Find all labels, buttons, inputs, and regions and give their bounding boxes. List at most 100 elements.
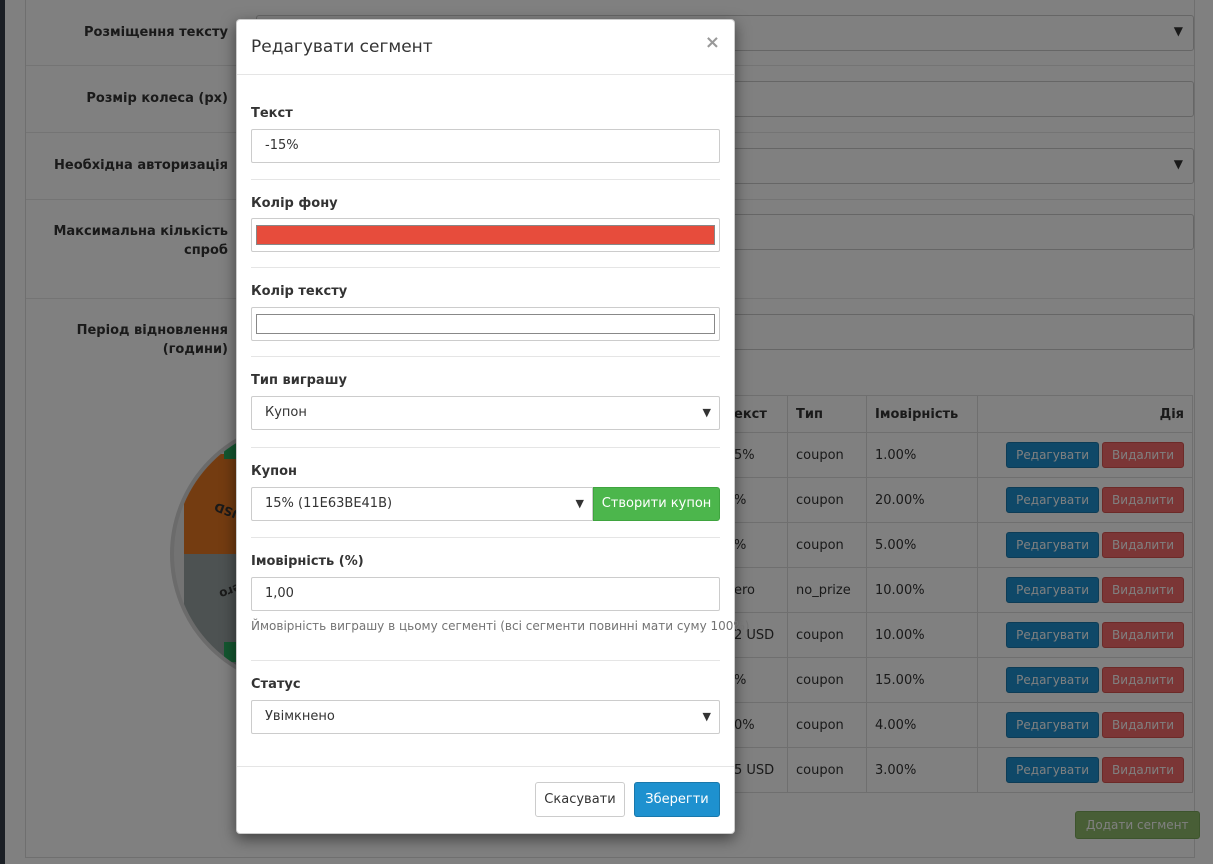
close-icon[interactable]: ×	[705, 32, 720, 53]
coupon-selected: 15% (11E63BE41B)	[265, 496, 393, 511]
text-label: Текст	[251, 106, 293, 121]
table-row: % coupon 15.00% Редагувати Видалити	[725, 657, 1193, 703]
win-type-group: Тип виграшу Купон ▼	[251, 373, 720, 433]
row-type: coupon	[787, 477, 867, 523]
probability-label: Імовірність (%)	[251, 554, 364, 569]
save-button[interactable]: Зберегти	[634, 782, 720, 817]
divider	[251, 447, 720, 448]
add-segment-button[interactable]: Додати сегмент	[1075, 811, 1200, 839]
edit-segment-button[interactable]: Редагувати	[1006, 577, 1100, 603]
coupon-label: Купон	[251, 464, 297, 479]
row-actions: Редагувати Видалити	[977, 477, 1193, 523]
delete-segment-button[interactable]: Видалити	[1102, 667, 1184, 693]
table-header-row: екст Тип Імовірність Дія	[725, 395, 1193, 433]
cancel-button[interactable]: Скасувати	[535, 782, 625, 817]
column-header-action: Дія	[977, 395, 1193, 433]
text-input[interactable]: -15%	[251, 129, 720, 163]
delete-segment-button[interactable]: Видалити	[1102, 577, 1184, 603]
delete-segment-button[interactable]: Видалити	[1102, 442, 1184, 468]
delete-segment-button[interactable]: Видалити	[1102, 757, 1184, 783]
edit-segment-button[interactable]: Редагувати	[1006, 442, 1100, 468]
column-header-probability: Імовірність	[866, 395, 978, 433]
row-probability: 10.00%	[866, 567, 978, 613]
divider	[251, 537, 720, 538]
table-row: % coupon 5.00% Редагувати Видалити	[725, 522, 1193, 568]
chevron-down-icon: ▼	[1173, 157, 1183, 171]
modal-header: Редагувати сегмент ×	[237, 20, 734, 75]
divider	[251, 179, 720, 180]
form-label: Максимальна кількість спроб	[53, 224, 228, 258]
text-color-picker[interactable]	[251, 307, 720, 341]
text-color-label: Колір тексту	[251, 284, 348, 299]
bg-color-group: Колір фону	[251, 196, 720, 256]
status-selected: Увімкнено	[265, 709, 335, 724]
row-type: coupon	[787, 612, 867, 658]
chevron-down-icon: ▼	[702, 406, 711, 419]
delete-segment-button[interactable]: Видалити	[1102, 487, 1184, 513]
modal-footer: Скасувати Зберегти	[237, 766, 734, 833]
row-actions: Редагувати Видалити	[977, 432, 1193, 478]
form-label: Період відновлення (години)	[76, 323, 228, 357]
table-row: 0% coupon 4.00% Редагувати Видалити	[725, 702, 1193, 748]
column-header-type: Тип	[787, 395, 867, 433]
row-type: coupon	[787, 432, 867, 478]
bg-color-picker[interactable]	[251, 218, 720, 252]
win-type-select[interactable]: Купон ▼	[251, 396, 720, 430]
win-type-label: Тип виграшу	[251, 373, 347, 388]
edit-segment-modal: Редагувати сегмент × Текст -15% Колір фо…	[236, 19, 749, 834]
row-actions: Редагувати Видалити	[977, 567, 1193, 613]
row-actions: Редагувати Видалити	[977, 657, 1193, 703]
delete-segment-button[interactable]: Видалити	[1102, 532, 1184, 558]
segments-table: екст Тип Імовірність Дія 5% coupon 1.00% Ре…	[725, 395, 1193, 793]
modal-body: Текст -15% Колір фону Колір тексту Тип в…	[237, 75, 749, 765]
probability-group: Імовірність (%) 1,00 Ймовірність виграшу…	[251, 554, 749, 654]
form-label: Необхідна авторизація	[54, 158, 228, 173]
row-probability: 3.00%	[866, 747, 978, 793]
delete-segment-button[interactable]: Видалити	[1102, 622, 1184, 648]
row-probability: 5.00%	[866, 522, 978, 568]
edit-segment-button[interactable]: Редагувати	[1006, 622, 1100, 648]
text-color-swatch	[256, 314, 715, 334]
create-coupon-button[interactable]: Створити купон	[593, 487, 720, 521]
bg-color-swatch	[256, 225, 715, 245]
chevron-down-icon: ▼	[575, 497, 584, 510]
table-row: 5% coupon 1.00% Редагувати Видалити	[725, 432, 1193, 478]
row-probability: 4.00%	[866, 702, 978, 748]
edit-segment-button[interactable]: Редагувати	[1006, 712, 1100, 738]
status-select[interactable]: Увімкнено ▼	[251, 700, 720, 734]
probability-help-text: Ймовірність виграшу в цьому сегменті (вс…	[251, 619, 750, 633]
row-probability: 10.00%	[866, 612, 978, 658]
divider	[251, 660, 720, 661]
row-type: coupon	[787, 522, 867, 568]
row-type: no_prize	[787, 567, 867, 613]
table-row: % coupon 20.00% Редагувати Видалити	[725, 477, 1193, 523]
row-type: coupon	[787, 747, 867, 793]
probability-input[interactable]: 1,00	[251, 577, 720, 611]
row-type: coupon	[787, 702, 867, 748]
chevron-down-icon: ▼	[702, 710, 711, 723]
status-label: Статус	[251, 677, 301, 692]
row-actions: Редагувати Видалити	[977, 702, 1193, 748]
edit-segment-button[interactable]: Редагувати	[1006, 757, 1100, 783]
coupon-select[interactable]: 15% (11E63BE41B) ▼	[251, 487, 593, 521]
divider	[251, 356, 720, 357]
form-label: Розміщення тексту	[83, 25, 228, 40]
edit-segment-button[interactable]: Редагувати	[1006, 667, 1100, 693]
table-row: ero no_prize 10.00% Редагувати Видалити	[725, 567, 1193, 613]
text-field-group: Текст -15%	[251, 106, 720, 166]
table-row: 2 USD coupon 10.00% Редагувати Видалити	[725, 612, 1193, 658]
row-probability: 20.00%	[866, 477, 978, 523]
delete-segment-button[interactable]: Видалити	[1102, 712, 1184, 738]
coupon-group: Купон 15% (11E63BE41B) ▼ Створити купон	[251, 464, 720, 524]
row-probability: 15.00%	[866, 657, 978, 703]
text-color-group: Колір тексту	[251, 284, 720, 344]
edit-segment-button[interactable]: Редагувати	[1006, 532, 1100, 558]
row-probability: 1.00%	[866, 432, 978, 478]
row-actions: Редагувати Видалити	[977, 747, 1193, 793]
row-type: coupon	[787, 657, 867, 703]
divider	[251, 267, 720, 268]
win-type-selected: Купон	[265, 405, 307, 420]
bg-color-label: Колір фону	[251, 196, 338, 211]
form-label: Розмір колеса (px)	[86, 91, 228, 106]
edit-segment-button[interactable]: Редагувати	[1006, 487, 1100, 513]
